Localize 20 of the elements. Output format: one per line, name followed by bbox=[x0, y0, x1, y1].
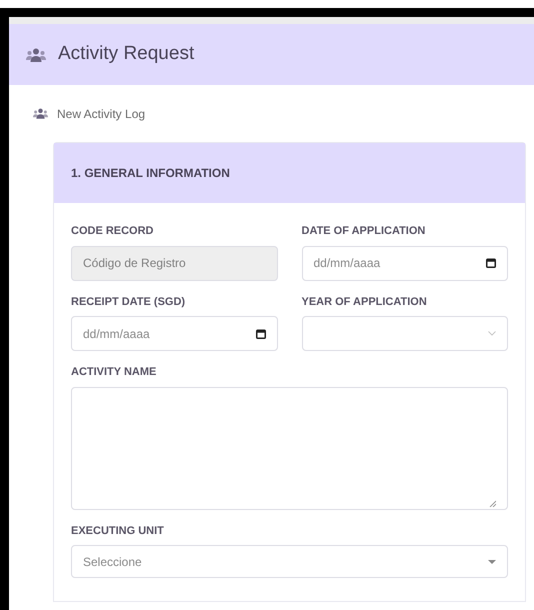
field-label: ACTIVITY NAME bbox=[71, 365, 158, 380]
date-field[interactable]: dd/mm/aaaa bbox=[302, 246, 508, 280]
calendar-icon[interactable] bbox=[256, 328, 266, 338]
field-label: RECEIPT DATE (SGD) bbox=[71, 294, 186, 310]
field-label: EXECUTING UNIT bbox=[71, 524, 165, 538]
users-icon bbox=[26, 48, 46, 62]
caret-down-icon bbox=[488, 560, 496, 564]
section-title: 1. GENERAL INFORMATION bbox=[71, 165, 230, 182]
date-field[interactable]: dd/mm/aaaa bbox=[71, 316, 278, 351]
chevron-down-icon bbox=[488, 331, 496, 336]
field-label: CODE RECORD bbox=[71, 224, 155, 239]
field-label: DATE OF APPLICATION bbox=[302, 224, 426, 239]
dropdown-field[interactable]: Seleccione bbox=[71, 545, 508, 578]
select-field[interactable] bbox=[302, 316, 508, 351]
calendar-icon[interactable] bbox=[486, 258, 496, 268]
resize-handle-icon[interactable] bbox=[489, 500, 496, 506]
page-title: Activity Request bbox=[58, 42, 194, 66]
subheading: New Activity Log bbox=[57, 106, 146, 122]
field-label: YEAR OF APPLICATION bbox=[302, 294, 428, 310]
users-icon bbox=[33, 108, 48, 119]
